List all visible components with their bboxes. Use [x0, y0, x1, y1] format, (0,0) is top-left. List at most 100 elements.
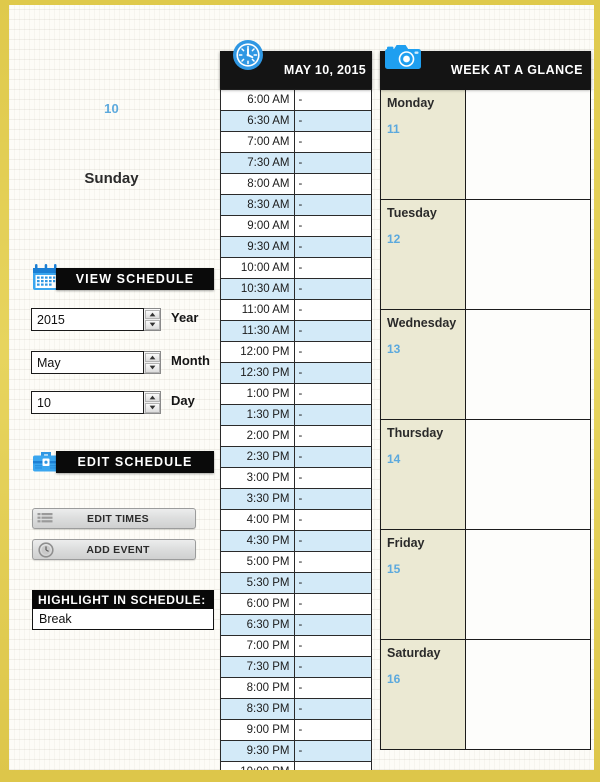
- schedule-row[interactable]: 12:30 PM -: [219, 362, 372, 384]
- schedule-row[interactable]: 9:30 AM -: [219, 236, 372, 258]
- day-stepper[interactable]: [144, 391, 161, 414]
- month-stepper-up[interactable]: [144, 352, 160, 362]
- week-day-cell: Thursday 14: [379, 419, 467, 530]
- schedule-row[interactable]: 4:30 PM -: [219, 530, 372, 552]
- schedule-row[interactable]: 11:30 AM -: [219, 320, 372, 342]
- schedule-row[interactable]: 7:30 PM -: [219, 656, 372, 678]
- schedule-row[interactable]: 10:00 PM-: [219, 761, 372, 770]
- schedule-event-cell[interactable]: -: [294, 488, 372, 510]
- current-day-name: Sunday: [84, 170, 139, 187]
- highlight-select[interactable]: Break: [32, 609, 214, 630]
- schedule-event-cell[interactable]: -: [294, 425, 372, 447]
- schedule-event-cell[interactable]: -: [294, 194, 372, 216]
- schedule-row[interactable]: 6:30 PM -: [219, 614, 372, 636]
- schedule-row[interactable]: 9:00 PM -: [219, 719, 372, 741]
- schedule-row[interactable]: 10:30 AM -: [219, 278, 372, 300]
- schedule-event-cell[interactable]: -: [294, 698, 372, 720]
- schedule-event-cell[interactable]: -: [294, 719, 372, 741]
- schedule-row[interactable]: 8:00 PM -: [219, 677, 372, 699]
- schedule-event-cell[interactable]: -: [294, 383, 372, 405]
- year-stepper-down[interactable]: [144, 320, 160, 330]
- schedule-row[interactable]: 7:00 AM -: [219, 131, 372, 153]
- week-at-a-glance-table: Monday 11 Tuesday 12 Wednesday 13 Thursday 14 Fr…: [379, 89, 591, 750]
- schedule-event-cell[interactable]: -: [294, 257, 372, 279]
- day-stepper-down[interactable]: [144, 403, 160, 413]
- schedule-row[interactable]: 3:30 PM -: [219, 488, 372, 510]
- view-schedule-label: VIEW SCHEDULE: [75, 272, 195, 286]
- schedule-event-cell[interactable]: -: [294, 215, 372, 237]
- schedule-row[interactable]: 2:30 PM -: [219, 446, 372, 468]
- schedule-event-cell[interactable]: -: [294, 341, 372, 363]
- schedule-row[interactable]: 12:00 PM -: [219, 341, 372, 363]
- week-row: Thursday 14: [379, 419, 591, 530]
- week-day-number: 13: [387, 342, 401, 356]
- year-stepper-up[interactable]: [144, 309, 160, 319]
- schedule-event-cell[interactable]: -: [294, 551, 372, 573]
- edit-times-label: EDIT TIMES: [87, 512, 149, 525]
- year-stepper[interactable]: [144, 308, 161, 331]
- day-input[interactable]: [31, 391, 144, 414]
- edit-times-button[interactable]: EDIT TIMES: [32, 508, 196, 529]
- month-input[interactable]: [31, 351, 144, 374]
- week-notes-cell[interactable]: [465, 419, 591, 530]
- schedule-event-cell[interactable]: -: [294, 740, 372, 762]
- schedule-event-cell[interactable]: -: [294, 509, 372, 531]
- schedule-event-cell[interactable]: -: [294, 677, 372, 699]
- week-notes-cell[interactable]: [465, 309, 591, 420]
- week-day-number: 12: [387, 232, 401, 246]
- schedule-row[interactable]: 8:00 AM -: [219, 173, 372, 195]
- month-stepper[interactable]: [144, 351, 161, 374]
- schedule-event-cell[interactable]: -: [294, 173, 372, 195]
- schedule-event-cell[interactable]: -: [294, 278, 372, 300]
- schedule-event-cell[interactable]: -: [294, 110, 372, 132]
- schedule-row[interactable]: 2:00 PM -: [219, 425, 372, 447]
- schedule-row[interactable]: 7:30 AM -: [219, 152, 372, 174]
- schedule-event-cell[interactable]: -: [294, 530, 372, 552]
- schedule-row[interactable]: 8:30 AM -: [219, 194, 372, 216]
- week-notes-cell[interactable]: [465, 639, 591, 750]
- schedule-row[interactable]: 3:00 PM -: [219, 467, 372, 489]
- year-input[interactable]: [31, 308, 144, 331]
- schedule-event-cell[interactable]: -: [294, 362, 372, 384]
- month-stepper-down[interactable]: [144, 363, 160, 373]
- schedule-row[interactable]: 7:00 PM -: [219, 635, 372, 657]
- day-stepper-up[interactable]: [144, 392, 160, 402]
- schedule-time-cell: 12:00 PM: [219, 341, 296, 363]
- schedule-event-cell[interactable]: -: [294, 320, 372, 342]
- schedule-event-cell[interactable]: -: [294, 614, 372, 636]
- schedule-event-cell[interactable]: -: [294, 635, 372, 657]
- add-event-button[interactable]: ADD EVENT: [32, 539, 196, 560]
- schedule-row[interactable]: 1:00 PM -: [219, 383, 372, 405]
- schedule-row[interactable]: 9:30 PM -: [219, 740, 372, 762]
- schedule-event-cell[interactable]: -: [294, 761, 372, 770]
- schedule-event-cell[interactable]: -: [294, 656, 372, 678]
- schedule-event-cell[interactable]: -: [294, 572, 372, 594]
- camera-icon: [383, 41, 423, 73]
- schedule-event-cell[interactable]: -: [294, 404, 372, 426]
- schedule-event-cell[interactable]: -: [294, 299, 372, 321]
- schedule-row[interactable]: 8:30 PM -: [219, 698, 372, 720]
- edit-schedule-label: EDIT SCHEDULE: [77, 455, 193, 469]
- schedule-row[interactable]: 6:00 PM -: [219, 593, 372, 615]
- schedule-event-cell[interactable]: -: [294, 131, 372, 153]
- schedule-row[interactable]: 10:00 AM -: [219, 257, 372, 279]
- schedule-event-cell[interactable]: -: [294, 89, 372, 111]
- schedule-event-cell[interactable]: -: [294, 446, 372, 468]
- schedule-event-cell[interactable]: -: [294, 467, 372, 489]
- schedule-row[interactable]: 4:00 PM -: [219, 509, 372, 531]
- schedule-event-cell[interactable]: -: [294, 152, 372, 174]
- schedule-row[interactable]: 1:30 PM -: [219, 404, 372, 426]
- schedule-row[interactable]: 5:00 PM -: [219, 551, 372, 573]
- schedule-row[interactable]: 6:30 AM -: [219, 110, 372, 132]
- week-notes-cell[interactable]: [465, 199, 591, 310]
- week-notes-cell[interactable]: [465, 89, 591, 200]
- schedule-time-cell: 4:30 PM: [219, 530, 296, 552]
- schedule-event-cell[interactable]: -: [294, 236, 372, 258]
- schedule-date-title: MAY 10, 2015: [283, 63, 366, 77]
- schedule-event-cell[interactable]: -: [294, 593, 372, 615]
- schedule-row[interactable]: 11:00 AM -: [219, 299, 372, 321]
- schedule-row[interactable]: 5:30 PM -: [219, 572, 372, 594]
- schedule-row[interactable]: 6:00 AM -: [219, 89, 372, 111]
- week-notes-cell[interactable]: [465, 529, 591, 640]
- schedule-row[interactable]: 9:00 AM -: [219, 215, 372, 237]
